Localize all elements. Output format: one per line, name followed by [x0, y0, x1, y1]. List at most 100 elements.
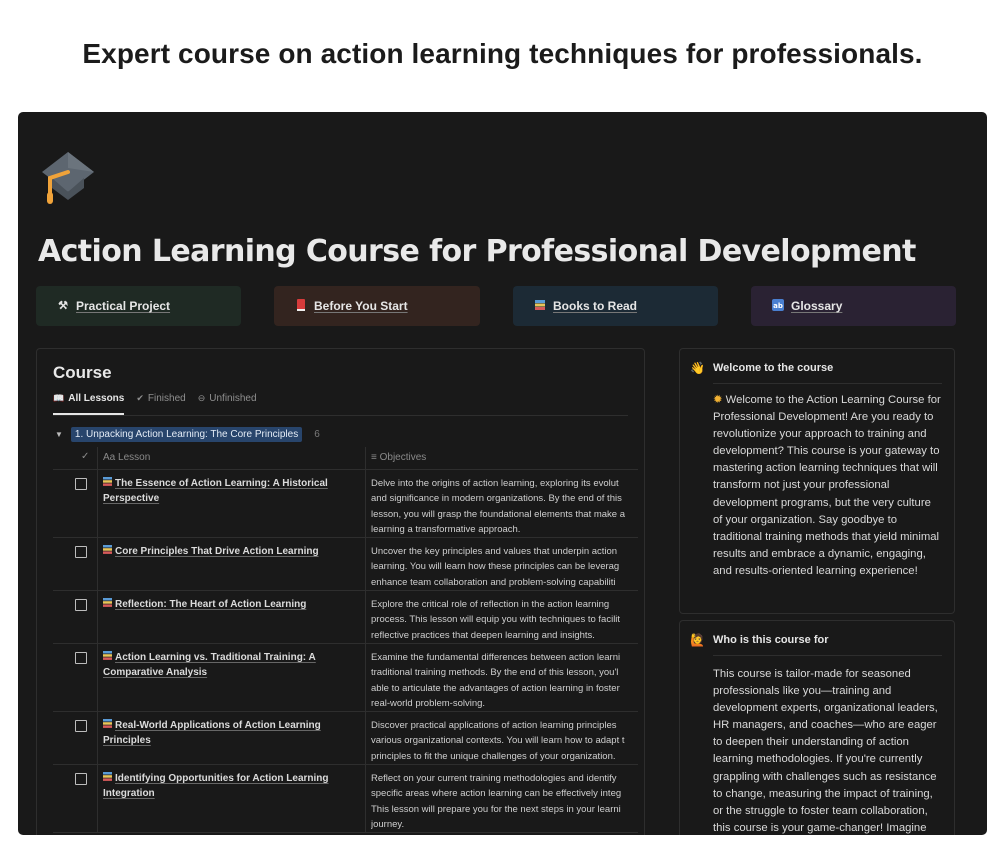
lesson-cell[interactable]: Identifying Opportunities for Action Lea… [103, 771, 358, 801]
objectives-line: This lesson will prepare you for the nex… [371, 803, 621, 815]
book-stack-icon [103, 651, 112, 662]
finished-checkbox[interactable] [75, 720, 87, 732]
column-label: Objectives [379, 452, 427, 463]
table-row[interactable]: Action Learning vs. Traditional Training… [53, 644, 638, 712]
table-row[interactable]: Real-World Applications of Action Learni… [53, 712, 638, 765]
audience-heading: 🙋 Who is this course for [690, 633, 829, 647]
open-book-icon: 📖 [53, 393, 65, 403]
finished-checkbox[interactable] [75, 773, 87, 785]
graduation-cap-icon[interactable] [38, 148, 98, 208]
page-headline: Expert course on action learning techniq… [82, 38, 923, 69]
tab-all-lessons[interactable]: 📖 All Lessons [53, 393, 125, 415]
tab-label: Finished [147, 393, 186, 404]
objectives-line: Reflect on your current training methodo… [371, 773, 617, 784]
objectives-cell: Examine the fundamental differences betw… [371, 650, 633, 711]
group-header[interactable]: ▼ 1. Unpacking Action Learning: The Core… [55, 427, 320, 442]
book-stack-icon [103, 545, 112, 556]
table-row[interactable]: Reflection: The Heart of Action Learning… [53, 591, 638, 644]
lesson-cell[interactable]: Action Learning vs. Traditional Training… [103, 650, 358, 680]
lesson-cell[interactable]: Core Principles That Drive Action Learni… [103, 544, 358, 559]
book-stack-icon [103, 477, 112, 488]
lesson-title[interactable]: Reflection: The Heart of Action Learning [115, 599, 306, 610]
group-count: 6 [314, 429, 320, 440]
tab-label: All Lessons [68, 393, 125, 404]
welcome-card: 👋 Welcome to the course ✹ Welcome to the… [679, 348, 955, 614]
lesson-title[interactable]: Real-World Applications of Action Learni… [103, 720, 321, 746]
objectives-cell: Uncover the key principles and values th… [371, 544, 633, 590]
objectives-line: learning a transformative approach. [371, 523, 521, 535]
checkmark-icon: ✓ [81, 451, 90, 462]
objectives-line: lesson, you will grasp the foundational … [371, 508, 626, 520]
welcome-title: Welcome to the course [713, 362, 834, 374]
objectives-line: Examine the fundamental differences betw… [371, 652, 621, 663]
abcd-icon: ab [771, 299, 785, 313]
lesson-title[interactable]: The Essence of Action Learning: A Histor… [103, 478, 328, 504]
audience-card: 🙋 Who is this course for This course is … [679, 620, 955, 835]
audience-body: This course is tailor-made for seasoned … [713, 668, 938, 834]
text-property-icon: Aa [103, 452, 116, 463]
welcome-body: ✹ Welcome to the Action Learning Course … [713, 392, 942, 580]
objectives-line: journey. [371, 818, 405, 830]
table-body: The Essence of Action Learning: A Histor… [53, 470, 638, 833]
notion-page: Action Learning Course for Professional … [18, 112, 987, 835]
tab-unfinished[interactable]: ⊖ Unfinished [198, 393, 257, 415]
objectives-line: various organizational contexts. You wil… [371, 735, 625, 747]
objectives-line: principles to fit the unique challenges … [371, 750, 616, 762]
table-row[interactable]: The Essence of Action Learning: A Histor… [53, 470, 638, 538]
books-icon [533, 299, 547, 313]
lesson-cell[interactable]: Reflection: The Heart of Action Learning [103, 597, 358, 612]
book-stack-icon [103, 772, 112, 783]
svg-text:ab: ab [773, 302, 783, 310]
nav-card-label: Before You Start [314, 299, 408, 313]
minus-circle-icon: ⊖ [197, 393, 206, 403]
table-row[interactable]: Identifying Opportunities for Action Lea… [53, 765, 638, 833]
check-circle-icon: ✔ [136, 393, 144, 403]
column-header-lesson[interactable]: Aa Lesson [103, 452, 150, 463]
book-stack-icon [103, 719, 112, 730]
objectives-cell: Explore the critical role of reflection … [371, 597, 633, 643]
lesson-title[interactable]: Core Principles That Drive Action Learni… [115, 546, 319, 557]
objectives-cell: Discover practical applications of actio… [371, 718, 633, 764]
column-header-objectives[interactable]: ≡ Objectives [371, 452, 426, 463]
course-title: Course [53, 363, 112, 382]
audience-title: Who is this course for [713, 634, 829, 646]
finished-checkbox[interactable] [75, 546, 87, 558]
lines-icon: ≡ [371, 452, 377, 463]
red-book-icon [294, 299, 308, 313]
objectives-line: enhance team collaboration and problem-s… [371, 576, 616, 588]
lesson-cell[interactable]: Real-World Applications of Action Learni… [103, 718, 358, 748]
welcome-text: Welcome to the Action Learning Course fo… [713, 394, 941, 577]
nav-card-glossary[interactable]: ab Glossary [751, 286, 956, 326]
objectives-line: Discover practical applications of actio… [371, 720, 617, 731]
column-label: Lesson [118, 452, 151, 463]
nav-card-label: Books to Read [553, 299, 638, 313]
tools-icon: ⚒ [58, 300, 68, 312]
welcome-heading: 👋 Welcome to the course [690, 361, 833, 375]
lessons-table: ✓ Aa Lesson ≡ Objectives The Essence of … [53, 447, 638, 833]
nav-card-practical-project[interactable]: ⚒ Practical Project [36, 286, 241, 326]
tab-finished[interactable]: ✔ Finished [136, 393, 185, 415]
nav-card-label: Glossary [791, 299, 843, 313]
nav-card-before-you-start[interactable]: Before You Start [274, 286, 480, 326]
triangle-down-icon[interactable]: ▼ [55, 430, 63, 439]
objectives-line: traditional training methods. By the end… [371, 667, 619, 679]
nav-card-books-to-read[interactable]: Books to Read [513, 286, 718, 326]
table-row[interactable]: Core Principles That Drive Action Learni… [53, 538, 638, 591]
objectives-line: learning. You will learn how these princ… [371, 561, 620, 573]
finished-checkbox[interactable] [75, 478, 87, 490]
nav-card-label: Practical Project [76, 299, 171, 313]
objectives-line: process. This lesson will equip you with… [371, 614, 621, 626]
finished-checkbox[interactable] [75, 599, 87, 611]
objectives-line: Explore the critical role of reflection … [371, 599, 610, 610]
finished-checkbox[interactable] [75, 652, 87, 664]
person-raising-hand-icon: 🙋 [690, 633, 705, 647]
objectives-line: real-world problem-solving. [371, 697, 486, 709]
objectives-line: reflective practices that deepen learnin… [371, 629, 595, 641]
objectives-line: specific areas where action learning can… [371, 788, 622, 800]
objectives-cell: Delve into the origins of action learnin… [371, 476, 633, 537]
lesson-title[interactable]: Identifying Opportunities for Action Lea… [103, 773, 329, 799]
page-title: Action Learning Course for Professional … [38, 234, 916, 269]
table-header: ✓ Aa Lesson ≡ Objectives [53, 447, 638, 470]
lesson-cell[interactable]: The Essence of Action Learning: A Histor… [103, 476, 358, 506]
lesson-title[interactable]: Action Learning vs. Traditional Training… [103, 652, 316, 678]
